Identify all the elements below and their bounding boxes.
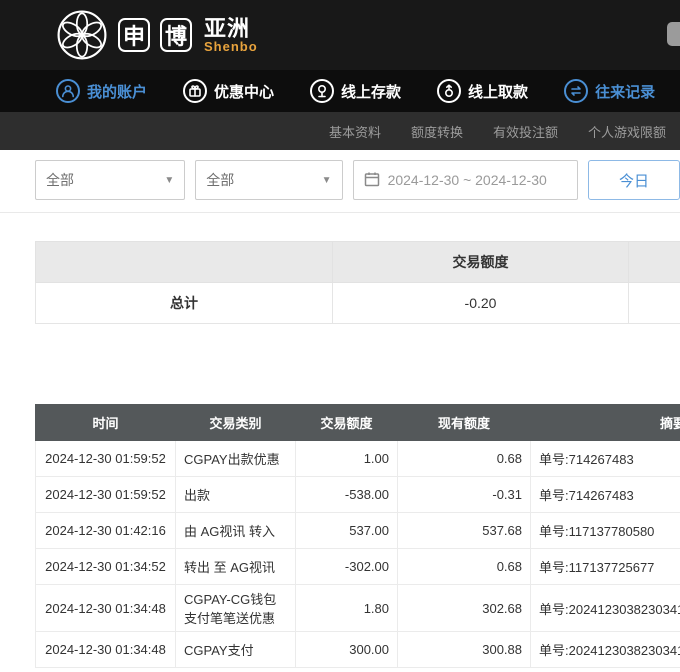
table-row: 2024-12-30 01:34:48 CGPAY支付 300.00 300.8… [36, 632, 680, 668]
section-divider [0, 212, 680, 213]
summary-table: 交易额度 总计 -0.20 [35, 241, 680, 324]
col-header-type: 交易类别 [176, 405, 296, 441]
cell-balance: 302.68 [398, 585, 531, 632]
cell-time: 2024-12-30 01:59:52 [36, 441, 176, 477]
chevron-down-icon: ▼ [322, 175, 332, 186]
cell-time: 2024-12-30 01:42:16 [36, 513, 176, 549]
logo-brand-text: Shenbo [204, 40, 258, 54]
cell-note: 单号:2024123038230341 [531, 632, 680, 668]
withdraw-coin-icon [437, 79, 461, 103]
cell-time: 2024-12-30 01:34:48 [36, 585, 176, 632]
cell-amount: 300.00 [296, 632, 398, 668]
subnav-item-valid-bets[interactable]: 有效投注额 [493, 122, 558, 141]
user-icon [56, 79, 80, 103]
summary-total-row: 总计 -0.20 [36, 283, 680, 324]
logo-char-bo: 博 [160, 18, 192, 52]
summary-header-amount: 交易额度 [333, 242, 629, 283]
nav-item-label: 我的账户 [87, 81, 147, 102]
col-header-time: 时间 [36, 405, 176, 441]
cell-amount: -538.00 [296, 477, 398, 513]
filter-row: 全部 ▼ 全部 ▼ 2024-12-30 ~ 2024-12-30 今日 [35, 160, 680, 200]
cell-time: 2024-12-30 01:34:52 [36, 549, 176, 585]
cell-time: 2024-12-30 01:34:48 [36, 632, 176, 668]
summary-header-row: 交易额度 [36, 242, 680, 283]
main-nav: 我的账户 优惠中心 线上存款 线上取款 往来记录 [0, 70, 680, 112]
transfer-arrows-icon [564, 79, 588, 103]
cell-balance: -0.31 [398, 477, 531, 513]
today-button[interactable]: 今日 [588, 160, 680, 200]
cell-balance: 0.68 [398, 441, 531, 477]
nav-item-withdraw[interactable]: 线上取款 [437, 79, 528, 103]
col-header-note: 摘要 [531, 405, 680, 441]
col-header-amount: 交易额度 [296, 405, 398, 441]
cell-amount: 1.80 [296, 585, 398, 632]
type-select[interactable]: 全部 ▼ [195, 160, 342, 200]
cell-type: 由 AG视讯 转入 [176, 513, 296, 549]
cell-type: 转出 至 AG视讯 [176, 549, 296, 585]
logo-region-text: 亚洲 [204, 17, 258, 40]
sub-nav: 基本资料 额度转换 有效投注额 个人游戏限额 [0, 112, 680, 150]
cell-type: CGPAY出款优惠 [176, 441, 296, 477]
category-select[interactable]: 全部 ▼ [35, 160, 185, 200]
logo-char-shen: 申 [118, 18, 150, 52]
transactions-table: 时间 交易类别 交易额度 现有额度 摘要 2024-12-30 01:59:52… [35, 404, 680, 668]
cell-balance: 537.68 [398, 513, 531, 549]
table-row: 2024-12-30 01:34:48 CGPAY-CG钱包支付笔笔送优惠 1.… [36, 585, 680, 632]
cell-type: CGPAY支付 [176, 632, 296, 668]
cell-time: 2024-12-30 01:59:52 [36, 477, 176, 513]
nav-item-deposit[interactable]: 线上存款 [310, 79, 401, 103]
gift-icon [183, 79, 207, 103]
cell-type: CGPAY-CG钱包支付笔笔送优惠 [176, 585, 296, 632]
cell-note: 单号:117137725677 [531, 549, 680, 585]
nav-item-label: 线上存款 [341, 81, 401, 102]
subnav-item-basic-info[interactable]: 基本资料 [329, 122, 381, 141]
transactions-header-row: 时间 交易类别 交易额度 现有额度 摘要 [36, 405, 680, 441]
cell-note: 单号:714267483 [531, 477, 680, 513]
nav-item-promotions[interactable]: 优惠中心 [183, 79, 274, 103]
cell-note: 单号:2024123038230341 [531, 585, 680, 632]
cell-amount: 1.00 [296, 441, 398, 477]
logo[interactable]: 申 博 亚洲 Shenbo [56, 9, 258, 61]
date-range-input[interactable]: 2024-12-30 ~ 2024-12-30 [353, 160, 578, 200]
nav-item-records[interactable]: 往来记录 [564, 79, 655, 103]
table-row: 2024-12-30 01:42:16 由 AG视讯 转入 537.00 537… [36, 513, 680, 549]
summary-total-value: -0.20 [333, 283, 629, 324]
summary-total-label: 总计 [36, 283, 333, 324]
subnav-item-game-limits[interactable]: 个人游戏限额 [588, 122, 666, 141]
table-row: 2024-12-30 01:59:52 出款 -538.00 -0.31 单号:… [36, 477, 680, 513]
cell-amount: -302.00 [296, 549, 398, 585]
logo-flower-icon [56, 9, 108, 61]
nav-item-label: 线上取款 [468, 81, 528, 102]
calendar-icon [364, 171, 380, 190]
cell-balance: 300.88 [398, 632, 531, 668]
col-header-balance: 现有额度 [398, 405, 531, 441]
cell-balance: 0.68 [398, 549, 531, 585]
table-row: 2024-12-30 01:34:52 转出 至 AG视讯 -302.00 0.… [36, 549, 680, 585]
summary-header-empty [629, 242, 680, 283]
floating-widget[interactable] [667, 22, 680, 46]
page: 申 博 亚洲 Shenbo 我的账户 优惠中心 线上存款 [0, 0, 680, 672]
category-select-value: 全部 [46, 170, 74, 190]
cell-type: 出款 [176, 477, 296, 513]
summary-header-empty [36, 242, 333, 283]
cell-amount: 537.00 [296, 513, 398, 549]
cell-note: 单号:117137780580 [531, 513, 680, 549]
type-select-value: 全部 [206, 170, 234, 190]
table-row: 2024-12-30 01:59:52 CGPAY出款优惠 1.00 0.68 … [36, 441, 680, 477]
chevron-down-icon: ▼ [164, 175, 174, 186]
content: 全部 ▼ 全部 ▼ 2024-12-30 ~ 2024-12-30 今日 交易额… [0, 160, 680, 668]
summary-empty-cell [629, 283, 680, 324]
deposit-coin-icon [310, 79, 334, 103]
nav-item-my-account[interactable]: 我的账户 [56, 79, 147, 103]
nav-item-label: 往来记录 [595, 81, 655, 102]
date-range-value: 2024-12-30 ~ 2024-12-30 [388, 172, 547, 188]
cell-note: 单号:714267483 [531, 441, 680, 477]
subnav-item-quota-transfer[interactable]: 额度转换 [411, 122, 463, 141]
nav-item-label: 优惠中心 [214, 81, 274, 102]
site-header: 申 博 亚洲 Shenbo [0, 0, 680, 70]
